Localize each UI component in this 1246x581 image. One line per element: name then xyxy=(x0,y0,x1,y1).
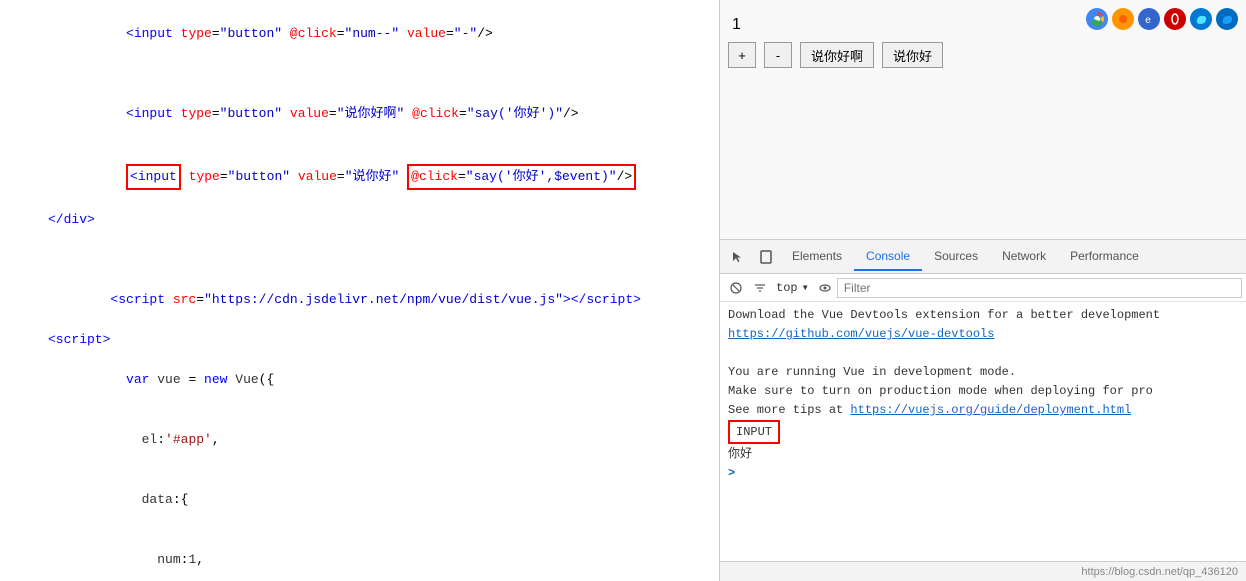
line-content xyxy=(40,230,719,250)
tab-console[interactable]: Console xyxy=(854,243,922,271)
line-content: <input type="button" @click="num--" valu… xyxy=(40,4,719,64)
console-line-nihao: 你好 xyxy=(728,445,1238,464)
devtools-toolbar: top ▾ xyxy=(720,274,1246,302)
console-line: You are running Vue in development mode. xyxy=(728,363,1238,382)
console-output: Download the Vue Devtools extension for … xyxy=(720,302,1246,561)
line-content xyxy=(40,250,719,270)
line-content: <script> xyxy=(40,330,719,350)
edge-icon2 xyxy=(1216,8,1238,30)
console-line: https://github.com/vuejs/vue-devtools xyxy=(728,325,1238,344)
chrome-icon xyxy=(1086,8,1108,30)
code-line: num:1, xyxy=(0,530,719,581)
edge-icon xyxy=(1190,8,1212,30)
device-tool-button[interactable] xyxy=(752,243,780,271)
browser-preview: e 1 + - 说你好啊 说你好 xyxy=(720,0,1246,240)
code-editor: <input type="button" @click="num--" valu… xyxy=(0,0,720,581)
code-line: </div> xyxy=(0,210,719,230)
console-line: See more tips at https://vuejs.org/guide… xyxy=(728,401,1238,420)
filter-toggle-button[interactable] xyxy=(748,276,772,300)
code-area: <input type="button" @click="num--" valu… xyxy=(0,0,719,581)
devtools-panel: Elements Console Sources Network Perform… xyxy=(720,240,1246,581)
tab-network[interactable]: Network xyxy=(990,243,1058,271)
svg-text:e: e xyxy=(1145,16,1151,27)
code-line xyxy=(0,64,719,84)
line-content: <script src="https://cdn.jsdelivr.net/np… xyxy=(40,270,719,330)
cursor-tool-button[interactable] xyxy=(724,243,752,271)
say-hi-button[interactable]: 说你好啊 xyxy=(800,42,874,68)
context-label: top xyxy=(776,281,798,295)
console-prompt: > xyxy=(728,466,735,480)
line-content xyxy=(40,64,719,84)
code-line: data:{ xyxy=(0,470,719,530)
tab-sources[interactable]: Sources xyxy=(922,243,990,271)
tab-performance[interactable]: Performance xyxy=(1058,243,1151,271)
console-highlight-input: INPUT xyxy=(728,420,780,444)
chevron-down-icon: ▾ xyxy=(802,280,809,295)
code-line: <input type="button" value="说你好啊" @click… xyxy=(0,84,719,144)
increment-button[interactable]: + xyxy=(728,42,756,68)
opera-icon xyxy=(1164,8,1186,30)
filter-input[interactable] xyxy=(837,278,1242,298)
line-content: el:'#app', xyxy=(40,410,719,470)
tab-elements[interactable]: Elements xyxy=(780,243,854,271)
code-line xyxy=(0,230,719,250)
console-link[interactable]: https://github.com/vuejs/vue-devtools xyxy=(728,327,994,341)
code-line: <script> xyxy=(0,330,719,350)
console-output-input: INPUT xyxy=(728,420,1238,445)
code-line: <input type="button" value="说你好" @click=… xyxy=(0,144,719,210)
line-content: <input type="button" value="说你好" @click=… xyxy=(40,144,719,210)
firefox-icon xyxy=(1112,8,1134,30)
clear-console-button[interactable] xyxy=(724,276,748,300)
console-link[interactable]: https://vuejs.org/guide/deployment.html xyxy=(850,403,1131,417)
line-content: <input type="button" value="说你好啊" @click… xyxy=(40,84,719,144)
code-line: <script src="https://cdn.jsdelivr.net/np… xyxy=(0,270,719,330)
status-bar: https://blog.csdn.net/qp_436120 xyxy=(720,561,1246,581)
console-line: > xyxy=(728,464,1238,483)
browser-icons: e xyxy=(1086,8,1238,30)
status-url: https://blog.csdn.net/qp_436120 xyxy=(1081,566,1238,578)
right-panel: e 1 + - 说你好啊 说你好 xyxy=(720,0,1246,581)
decrement-button[interactable]: - xyxy=(764,42,792,68)
code-line: el:'#app', xyxy=(0,410,719,470)
browser-icon-blue: e xyxy=(1138,8,1160,30)
say-hello-button[interactable]: 说你好 xyxy=(882,42,943,68)
line-content: num:1, xyxy=(40,530,719,581)
console-line: Make sure to turn on production mode whe… xyxy=(728,382,1238,401)
context-selector[interactable]: top ▾ xyxy=(772,278,813,297)
devtools-tabs: Elements Console Sources Network Perform… xyxy=(720,240,1246,274)
code-line xyxy=(0,250,719,270)
code-line: <input type="button" @click="num--" valu… xyxy=(0,4,719,64)
line-content: </div> xyxy=(40,210,719,230)
code-line: var vue = new Vue({ xyxy=(0,350,719,410)
console-line: Download the Vue Devtools extension for … xyxy=(728,306,1238,325)
preview-buttons[interactable]: + - 说你好啊 说你好 xyxy=(728,42,1238,68)
eye-button[interactable] xyxy=(813,276,837,300)
line-content: data:{ xyxy=(40,470,719,530)
console-line xyxy=(728,344,1238,363)
line-content: var vue = new Vue({ xyxy=(40,350,719,410)
